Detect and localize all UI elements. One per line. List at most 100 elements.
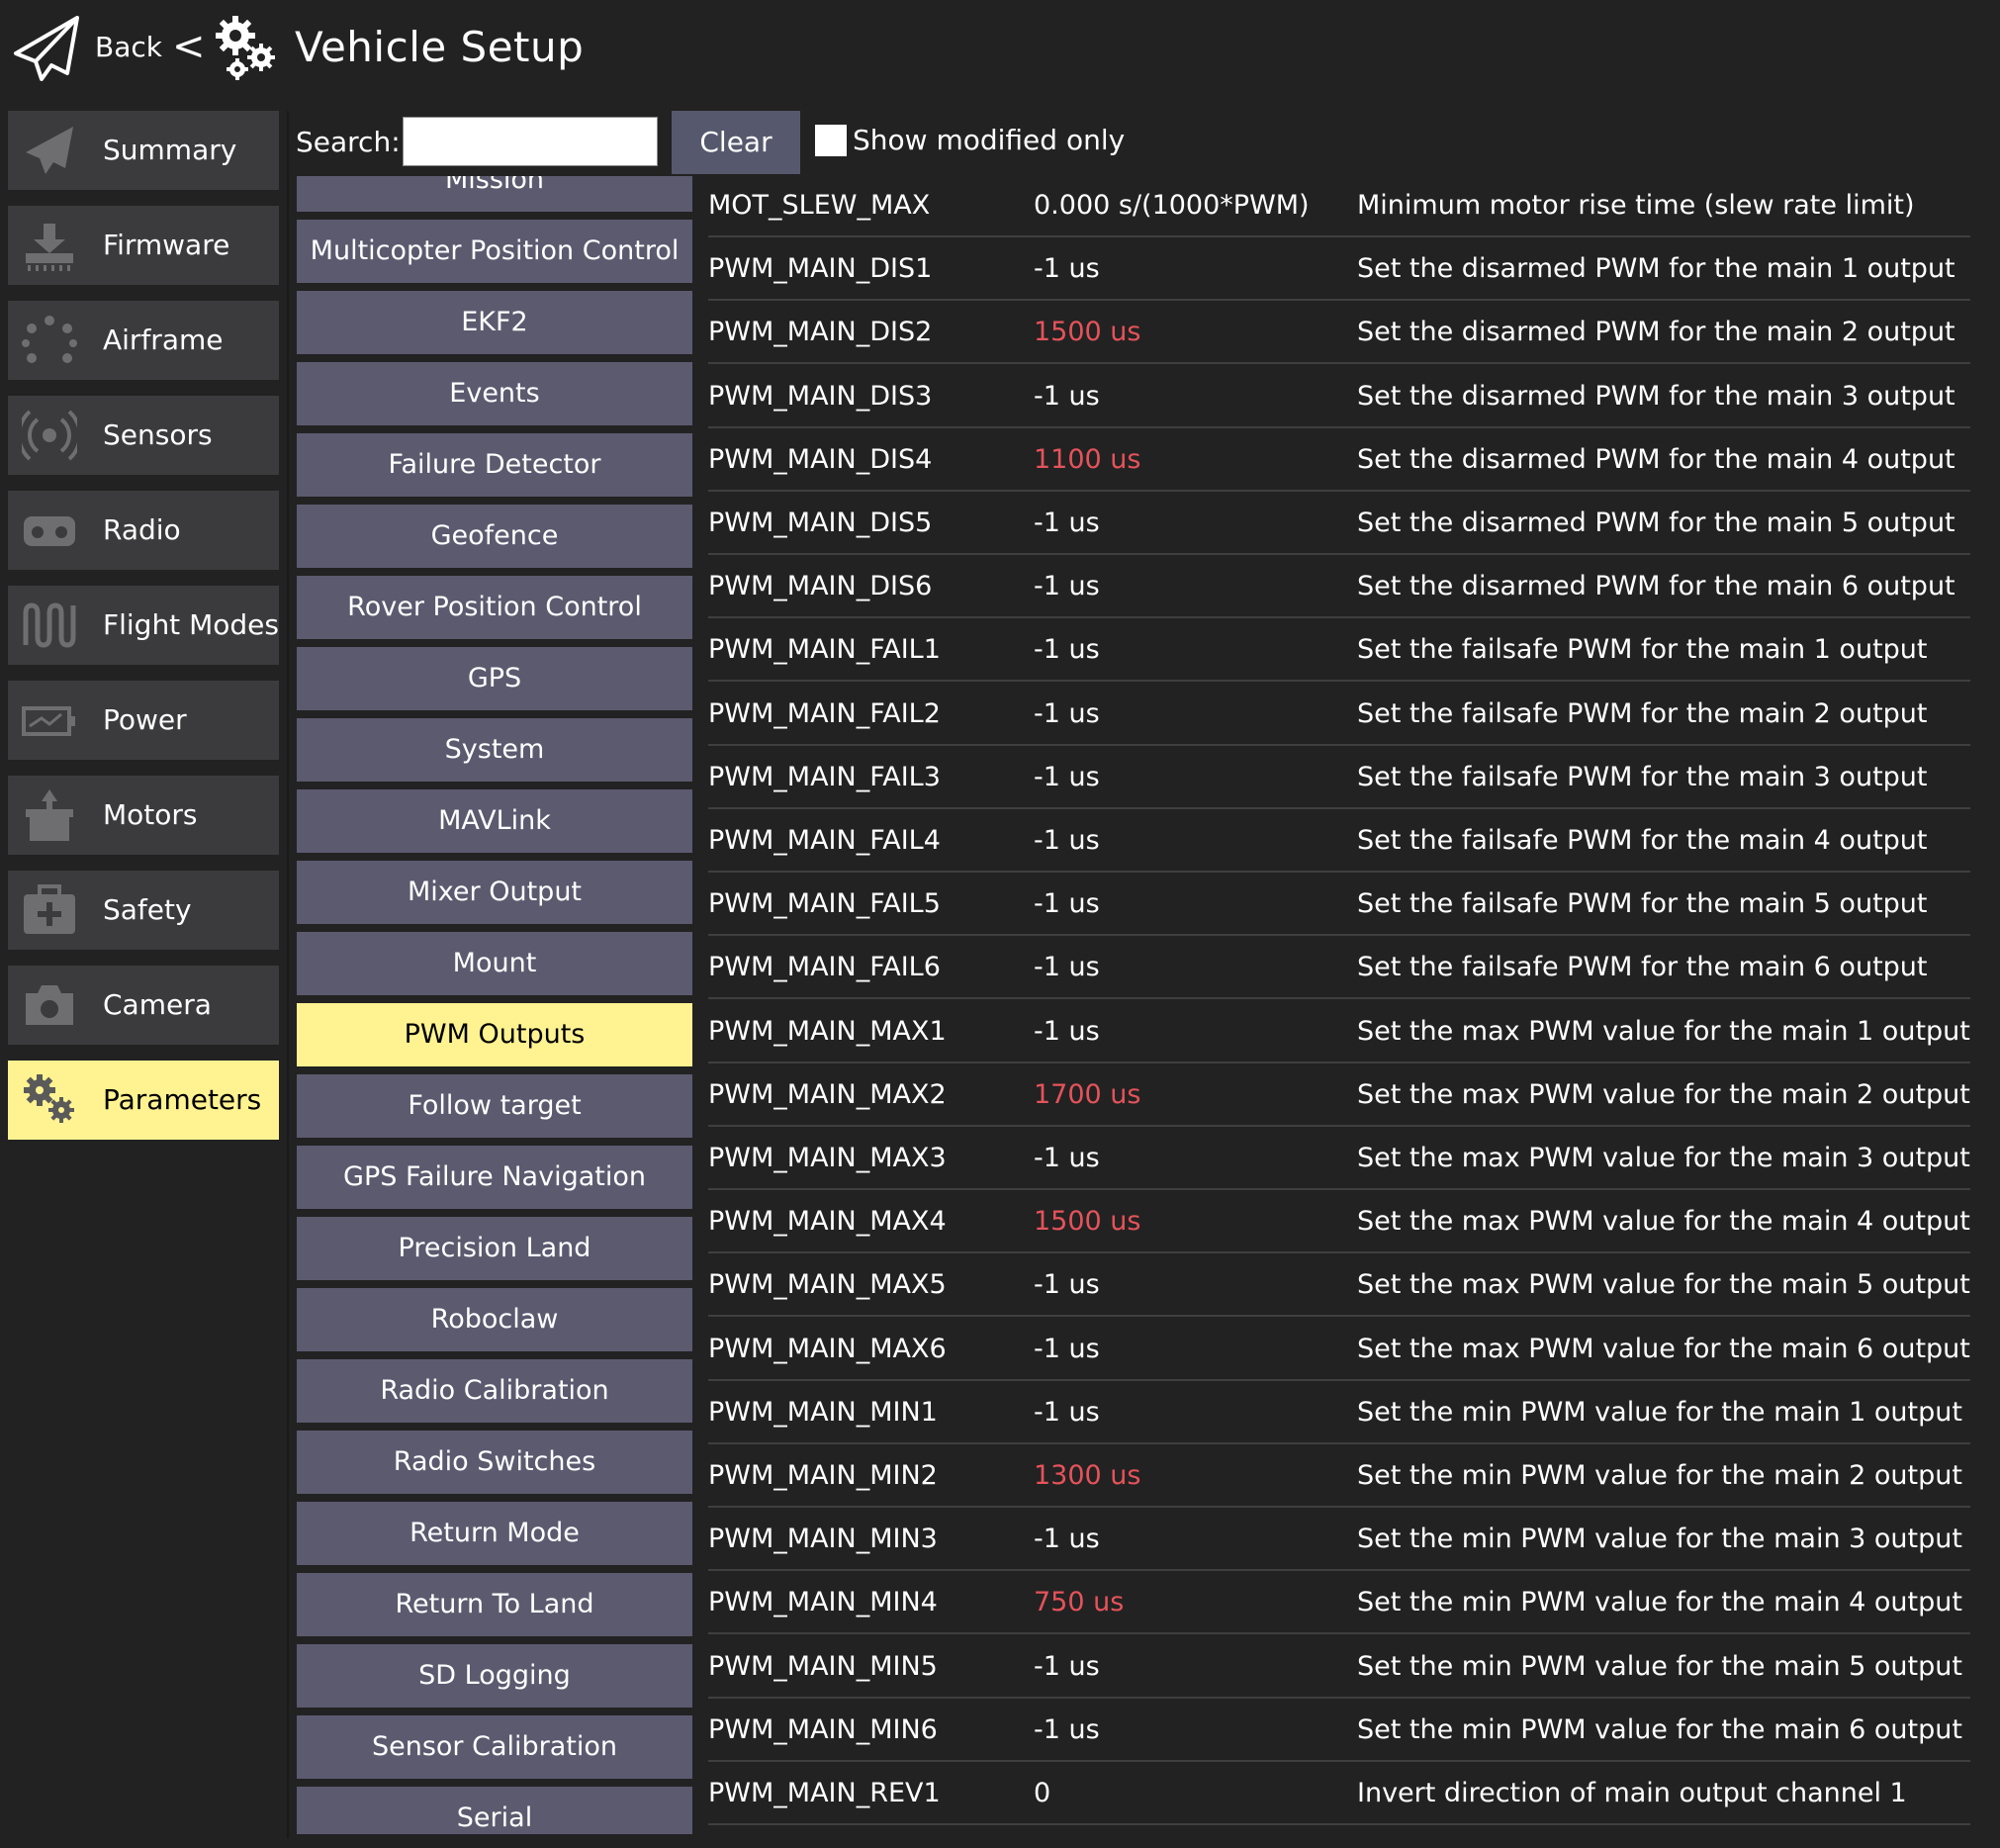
sidebar-item-safety[interactable]: Safety <box>8 871 279 950</box>
group-failure-detector[interactable]: Failure Detector <box>297 433 692 497</box>
sidebar-item-motors[interactable]: Motors <box>8 776 279 855</box>
table-row[interactable]: PWM_MAIN_DIS4 1100 us Set the disarmed PWM… <box>708 428 1970 492</box>
table-row[interactable]: PWM_MAIN_MAX2 1700 us Set the max PWM valu… <box>708 1063 1970 1127</box>
table-row[interactable]: PWM_MAIN_MIN5 -1 us Set the min PWM value … <box>708 1635 1970 1699</box>
group-gps[interactable]: GPS <box>297 647 692 710</box>
param-value[interactable]: 0.000 s/(1000*PWM) <box>1034 186 1310 226</box>
sidebar-item-firmware[interactable]: Firmware <box>8 206 279 285</box>
group-mount[interactable]: Mount <box>297 932 692 995</box>
table-row[interactable]: PWM_MAIN_MAX4 1500 us Set the max PWM valu… <box>708 1190 1970 1253</box>
param-name: PWM_MAIN_DIS3 <box>708 381 933 412</box>
table-row[interactable]: PWM_MAIN_DIS6 -1 us Set the disarmed PWM f… <box>708 555 1970 618</box>
param-value[interactable]: -1 us <box>1034 884 1100 924</box>
group-sensor-calibration[interactable]: Sensor Calibration <box>297 1715 692 1779</box>
group-precision-land[interactable]: Precision Land <box>297 1217 692 1280</box>
sidebar-item-airframe[interactable]: Airframe <box>8 301 279 380</box>
param-value[interactable]: -1 us <box>1034 1265 1100 1305</box>
group-gps-failure-navigation[interactable]: GPS Failure Navigation <box>297 1146 692 1209</box>
table-row[interactable]: PWM_MAIN_MIN3 -1 us Set the min PWM value … <box>708 1508 1970 1571</box>
param-value[interactable]: 1300 us <box>1034 1456 1140 1496</box>
param-value[interactable]: -1 us <box>1034 567 1100 606</box>
group-roboclaw[interactable]: Roboclaw <box>297 1288 692 1351</box>
paper-plane-icon[interactable] <box>12 14 81 83</box>
param-value[interactable]: -1 us <box>1034 1330 1100 1369</box>
table-row[interactable]: MOT_SLEW_MAX 0.000 s/(1000*PWM) Minimum mo… <box>708 174 1970 237</box>
table-row[interactable]: PWM_MAIN_MAX5 -1 us Set the max PWM value … <box>708 1253 1970 1317</box>
param-description: Set the failsafe PWM for the main 2 outp… <box>1357 698 1928 729</box>
group-mission[interactable]: Mission <box>297 176 692 212</box>
param-value[interactable]: -1 us <box>1034 1139 1100 1178</box>
sidebar-item-summary[interactable]: Summary <box>8 111 279 190</box>
group-events[interactable]: Events <box>297 362 692 425</box>
group-radio-calibration[interactable]: Radio Calibration <box>297 1359 692 1423</box>
table-row[interactable]: PWM_MAIN_MIN1 -1 us Set the min PWM value … <box>708 1381 1970 1444</box>
back-button[interactable]: Back <box>95 28 162 67</box>
sidebar-item-parameters[interactable]: Parameters <box>8 1061 279 1140</box>
group-return-to-land[interactable]: Return To Land <box>297 1573 692 1636</box>
table-row[interactable]: PWM_MAIN_MAX6 -1 us Set the max PWM value … <box>708 1318 1970 1381</box>
param-description: Set the failsafe PWM for the main 1 outp… <box>1357 634 1928 665</box>
group-geofence[interactable]: Geofence <box>297 505 692 568</box>
group-system[interactable]: System <box>297 718 692 782</box>
param-value[interactable]: 1500 us <box>1034 1202 1140 1242</box>
param-value[interactable]: -1 us <box>1034 249 1100 289</box>
param-value[interactable]: -1 us <box>1034 1710 1100 1750</box>
param-value[interactable]: -1 us <box>1034 1520 1100 1559</box>
group-radio-switches[interactable]: Radio Switches <box>297 1431 692 1494</box>
search-input[interactable] <box>403 117 658 166</box>
table-row[interactable]: PWM_MAIN_DIS2 1500 us Set the disarmed PWM… <box>708 301 1970 364</box>
table-row[interactable]: PWM_MAIN_DIS3 -1 us Set the disarmed PWM f… <box>708 365 1970 428</box>
param-value[interactable]: 1500 us <box>1034 313 1140 352</box>
param-value[interactable]: -1 us <box>1034 694 1100 734</box>
table-row[interactable]: PWM_MAIN_FAIL4 -1 us Set the failsafe PWM … <box>708 809 1970 873</box>
param-value[interactable]: -1 us <box>1034 1012 1100 1052</box>
param-value[interactable]: 750 us <box>1034 1583 1124 1622</box>
group-mavlink[interactable]: MAVLink <box>297 789 692 853</box>
param-value[interactable]: 0 <box>1034 1774 1050 1813</box>
clear-button[interactable]: Clear <box>672 111 800 174</box>
param-description: Set the max PWM value for the main 3 out… <box>1357 1143 1970 1173</box>
param-value[interactable]: -1 us <box>1034 821 1100 861</box>
group-sd-logging[interactable]: SD Logging <box>297 1644 692 1708</box>
table-row[interactable]: PWM_MAIN_DIS5 -1 us Set the disarmed PWM f… <box>708 492 1970 555</box>
parameter-group-list[interactable]: Mission Multicopter Position Control EKF2 E… <box>297 176 692 1834</box>
checkbox-box[interactable] <box>815 125 847 156</box>
param-value[interactable]: -1 us <box>1034 1647 1100 1687</box>
param-value[interactable]: -1 us <box>1034 630 1100 670</box>
table-row[interactable]: PWM_MAIN_FAIL3 -1 us Set the failsafe PWM … <box>708 746 1970 809</box>
table-row[interactable]: PWM_MAIN_FAIL2 -1 us Set the failsafe PWM … <box>708 683 1970 746</box>
table-row[interactable]: PWM_MAIN_FAIL6 -1 us Set the failsafe PWM … <box>708 936 1970 999</box>
table-row[interactable]: PWM_MAIN_MIN4 750 us Set the min PWM value… <box>708 1571 1970 1634</box>
sidebar-item-power[interactable]: Power <box>8 681 279 760</box>
table-row[interactable]: PWM_MAIN_MIN2 1300 us Set the min PWM valu… <box>708 1444 1970 1508</box>
table-row[interactable]: PWM_MAIN_REV1 0 Invert direction of main o… <box>708 1762 1970 1825</box>
param-value[interactable]: -1 us <box>1034 504 1100 543</box>
sidebar-item-camera[interactable]: Camera <box>8 966 279 1045</box>
sidebar-item-label: Firmware <box>103 229 230 261</box>
param-name: PWM_MAIN_FAIL6 <box>708 952 941 982</box>
group-pwm-outputs[interactable]: PWM Outputs <box>297 1003 692 1066</box>
table-row[interactable]: PWM_MAIN_MAX3 -1 us Set the max PWM value … <box>708 1127 1970 1190</box>
table-row[interactable]: PWM_MAIN_FAIL1 -1 us Set the failsafe PWM … <box>708 618 1970 682</box>
sidebar-item-sensors[interactable]: Sensors <box>8 396 279 475</box>
group-multicopter-position-control[interactable]: Multicopter Position Control <box>297 220 692 283</box>
table-row[interactable]: PWM_MAIN_DIS1 -1 us Set the disarmed PWM f… <box>708 237 1970 301</box>
group-mixer-output[interactable]: Mixer Output <box>297 861 692 924</box>
param-value[interactable]: -1 us <box>1034 758 1100 797</box>
param-value[interactable]: -1 us <box>1034 377 1100 416</box>
sidebar-item-flight-modes[interactable]: Flight Modes <box>8 586 279 665</box>
param-value[interactable]: 1700 us <box>1034 1075 1140 1115</box>
param-value[interactable]: -1 us <box>1034 1393 1100 1432</box>
group-rover-position-control[interactable]: Rover Position Control <box>297 576 692 639</box>
param-value[interactable]: -1 us <box>1034 948 1100 987</box>
table-row[interactable]: PWM_MAIN_FAIL5 -1 us Set the failsafe PWM … <box>708 873 1970 936</box>
group-ekf2[interactable]: EKF2 <box>297 291 692 354</box>
group-serial[interactable]: Serial <box>297 1787 692 1834</box>
group-return-mode[interactable]: Return Mode <box>297 1502 692 1565</box>
table-row[interactable]: PWM_MAIN_MAX1 -1 us Set the max PWM value … <box>708 1000 1970 1063</box>
group-follow-target[interactable]: Follow target <box>297 1074 692 1138</box>
param-value[interactable]: 1100 us <box>1034 440 1140 480</box>
table-row[interactable]: PWM_MAIN_MIN6 -1 us Set the min PWM value … <box>708 1699 1970 1762</box>
param-name: PWM_MAIN_FAIL2 <box>708 698 941 729</box>
sidebar-item-radio[interactable]: Radio <box>8 491 279 570</box>
